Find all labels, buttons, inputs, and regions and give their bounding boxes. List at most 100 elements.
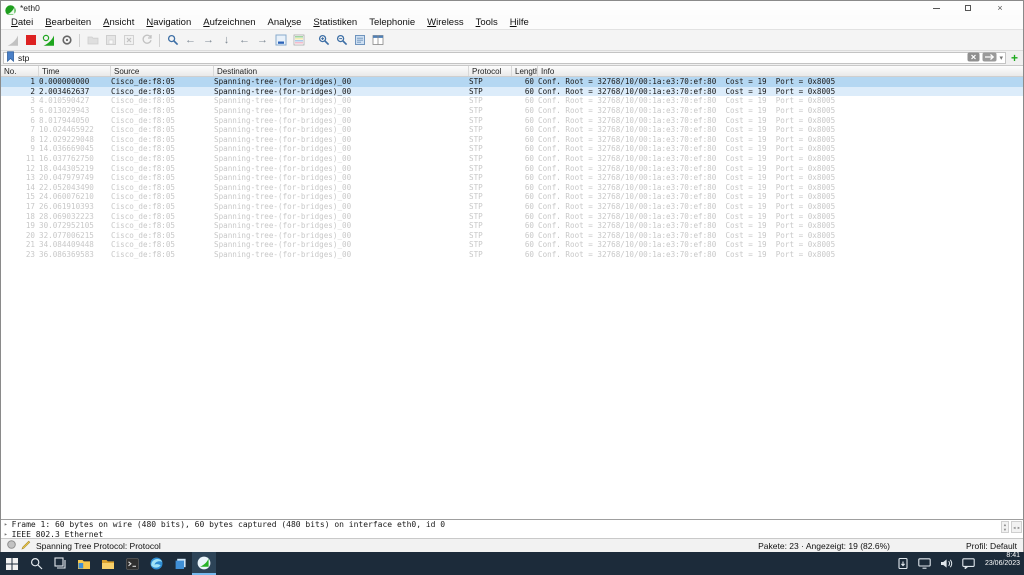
packet-row[interactable]: 1116.037762750Cisco_de:f8:05Spanning-tre… bbox=[1, 154, 1023, 164]
horizontal-scroll-buttons[interactable]: ◀▶ bbox=[1011, 521, 1022, 533]
file-explorer-button[interactable] bbox=[96, 552, 120, 575]
previous-packet-button[interactable]: ← bbox=[182, 32, 199, 49]
wireshark-taskbar-button[interactable] bbox=[192, 552, 216, 575]
column-header-time[interactable]: Time bbox=[39, 66, 111, 76]
menu-navigation[interactable]: Navigation bbox=[140, 16, 197, 29]
packet-cell: 4.010590427 bbox=[39, 96, 111, 105]
packet-row[interactable]: 1828.069032223Cisco_de:f8:05Spanning-tre… bbox=[1, 211, 1023, 221]
menu-bearbeiten[interactable]: Bearbeiten bbox=[39, 16, 97, 29]
packet-cell: Conf. Root = 32768/10/00:1a:e3:70:ef:80 … bbox=[538, 192, 1023, 201]
packet-row[interactable]: 914.036669045Cisco_de:f8:05Spanning-tree… bbox=[1, 144, 1023, 154]
taskbar-folder-pinned[interactable] bbox=[72, 552, 96, 575]
filter-dropdown-icon[interactable]: ▾ bbox=[999, 54, 1003, 62]
packet-row[interactable]: 34.010590427Cisco_de:f8:05Spanning-tree-… bbox=[1, 96, 1023, 106]
packet-row[interactable]: 1726.061910393Cisco_de:f8:05Spanning-tre… bbox=[1, 202, 1023, 212]
packet-cell: 60 bbox=[512, 87, 538, 96]
packet-row[interactable]: 1930.072952105Cisco_de:f8:05Spanning-tre… bbox=[1, 221, 1023, 231]
packet-row[interactable]: 1422.052043490Cisco_de:f8:05Spanning-tre… bbox=[1, 183, 1023, 193]
packet-row[interactable]: 2134.084409448Cisco_de:f8:05Spanning-tre… bbox=[1, 240, 1023, 250]
packet-cell: Cisco_de:f8:05 bbox=[111, 231, 214, 240]
column-header-source[interactable]: Source bbox=[111, 66, 214, 76]
packet-cell: Spanning-tree-(for-bridges)_00 bbox=[214, 96, 469, 105]
minimize-button[interactable] bbox=[931, 3, 941, 13]
main-toolbar: ←→↓←→ bbox=[1, 30, 1023, 51]
menu-aufzeichnen[interactable]: Aufzeichnen bbox=[197, 16, 261, 29]
packet-cell: 60 bbox=[512, 135, 538, 144]
close-button[interactable]: × bbox=[995, 3, 1005, 13]
notifications-tray-icon[interactable] bbox=[962, 558, 975, 569]
filter-value[interactable]: stp bbox=[18, 53, 964, 63]
terminal-button[interactable] bbox=[120, 552, 144, 575]
add-filter-button[interactable]: + bbox=[1008, 52, 1021, 65]
zoom-in-button[interactable] bbox=[315, 32, 332, 49]
layered-app-button[interactable] bbox=[168, 552, 192, 575]
packet-cell: 2 bbox=[1, 87, 39, 96]
packet-row[interactable]: 2336.086369583Cisco_de:f8:05Spanning-tre… bbox=[1, 250, 1023, 260]
menu-analyse[interactable]: Analyse bbox=[262, 16, 308, 29]
filter-bookmark-icon[interactable] bbox=[6, 49, 15, 67]
packet-cell: STP bbox=[469, 221, 512, 230]
menu-datei[interactable]: Datei bbox=[5, 16, 39, 29]
display-filter-input[interactable]: stp ▾ bbox=[3, 52, 1006, 64]
packet-row[interactable]: 1320.047979749Cisco_de:f8:05Spanning-tre… bbox=[1, 173, 1023, 183]
auto-scroll-toggle[interactable] bbox=[272, 32, 289, 49]
taskbar-spacer bbox=[216, 552, 897, 575]
taskbar-search-button[interactable] bbox=[24, 552, 48, 575]
packet-row[interactable]: 1524.060076210Cisco_de:f8:05Spanning-tre… bbox=[1, 192, 1023, 202]
packet-row[interactable]: 1218.044305219Cisco_de:f8:05Spanning-tre… bbox=[1, 163, 1023, 173]
column-header-length[interactable]: Length bbox=[512, 66, 538, 76]
next-packet-button[interactable]: → bbox=[200, 32, 217, 49]
first-packet-button[interactable]: ← bbox=[236, 32, 253, 49]
packet-row[interactable]: 710.024465922Cisco_de:f8:05Spanning-tree… bbox=[1, 125, 1023, 135]
packet-row[interactable]: 812.029229048Cisco_de:f8:05Spanning-tree… bbox=[1, 135, 1023, 145]
packet-cell: Spanning-tree-(for-bridges)_00 bbox=[214, 212, 469, 221]
packet-cell: 19 bbox=[1, 221, 39, 230]
detail-tree-item[interactable]: ▸Frame 1: 60 bytes on wire (480 bits), 6… bbox=[1, 520, 1023, 530]
restart-capture-button[interactable] bbox=[40, 32, 57, 49]
detail-tree-item[interactable]: ▸IEEE 802.3 Ethernet bbox=[1, 530, 1023, 539]
packet-row[interactable]: 10.000000000Cisco_de:f8:05Spanning-tree-… bbox=[1, 77, 1023, 87]
capture-comment-icon[interactable] bbox=[21, 540, 31, 552]
stop-capture-button[interactable] bbox=[22, 32, 39, 49]
vertical-scroll-buttons[interactable]: ▲▼ bbox=[1001, 521, 1009, 533]
packet-cell: Cisco_de:f8:05 bbox=[111, 173, 214, 182]
window-controls: × bbox=[931, 3, 1019, 13]
apply-filter-icon[interactable] bbox=[982, 49, 997, 67]
menu-wireless[interactable]: Wireless bbox=[421, 16, 469, 29]
column-header-no[interactable]: No. bbox=[1, 66, 39, 76]
resize-columns-button[interactable] bbox=[369, 32, 386, 49]
packet-row[interactable]: 2032.077006215Cisco_de:f8:05Spanning-tre… bbox=[1, 231, 1023, 241]
sync-tray-icon[interactable] bbox=[897, 557, 909, 570]
taskbar-clock[interactable]: 8:41 23/06/2023 bbox=[981, 552, 1024, 575]
colorize-toggle[interactable] bbox=[290, 32, 307, 49]
zoom-100-button[interactable] bbox=[351, 32, 368, 49]
column-header-protocol[interactable]: Protocol bbox=[469, 66, 512, 76]
maximize-button[interactable] bbox=[963, 3, 973, 13]
last-packet-button[interactable]: → bbox=[254, 32, 271, 49]
profile-text[interactable]: Profil: Default bbox=[966, 541, 1017, 551]
task-view-button[interactable] bbox=[48, 552, 72, 575]
find-packet-button[interactable] bbox=[164, 32, 181, 49]
expert-info-icon[interactable] bbox=[7, 540, 16, 551]
packet-row[interactable]: 68.017944050Cisco_de:f8:05Spanning-tree-… bbox=[1, 115, 1023, 125]
edge-button[interactable] bbox=[144, 552, 168, 575]
packet-row[interactable]: 22.003462637Cisco_de:f8:05Spanning-tree-… bbox=[1, 87, 1023, 97]
packet-row[interactable]: 56.013029943Cisco_de:f8:05Spanning-tree-… bbox=[1, 106, 1023, 116]
menu-telephonie[interactable]: Telephonie bbox=[363, 16, 421, 29]
menu-hilfe[interactable]: Hilfe bbox=[504, 16, 535, 29]
column-header-info[interactable]: Info bbox=[538, 66, 1023, 76]
zoom-out-button[interactable] bbox=[333, 32, 350, 49]
display-tray-icon[interactable] bbox=[918, 558, 931, 569]
capture-options-button[interactable] bbox=[58, 32, 75, 49]
packet-cell: Conf. Root = 32768/10/00:1a:e3:70:ef:80 … bbox=[538, 87, 1023, 96]
menu-statistiken[interactable]: Statistiken bbox=[307, 16, 363, 29]
menu-ansicht[interactable]: Ansicht bbox=[97, 16, 140, 29]
volume-tray-icon[interactable] bbox=[940, 558, 953, 569]
clear-filter-icon[interactable] bbox=[967, 49, 980, 67]
expand-arrow-icon[interactable]: ▸ bbox=[4, 520, 8, 530]
column-header-destination[interactable]: Destination bbox=[214, 66, 469, 76]
expand-arrow-icon[interactable]: ▸ bbox=[4, 530, 8, 539]
start-button[interactable] bbox=[0, 552, 24, 575]
go-to-packet-button[interactable]: ↓ bbox=[218, 32, 235, 49]
menu-tools[interactable]: Tools bbox=[470, 16, 504, 29]
